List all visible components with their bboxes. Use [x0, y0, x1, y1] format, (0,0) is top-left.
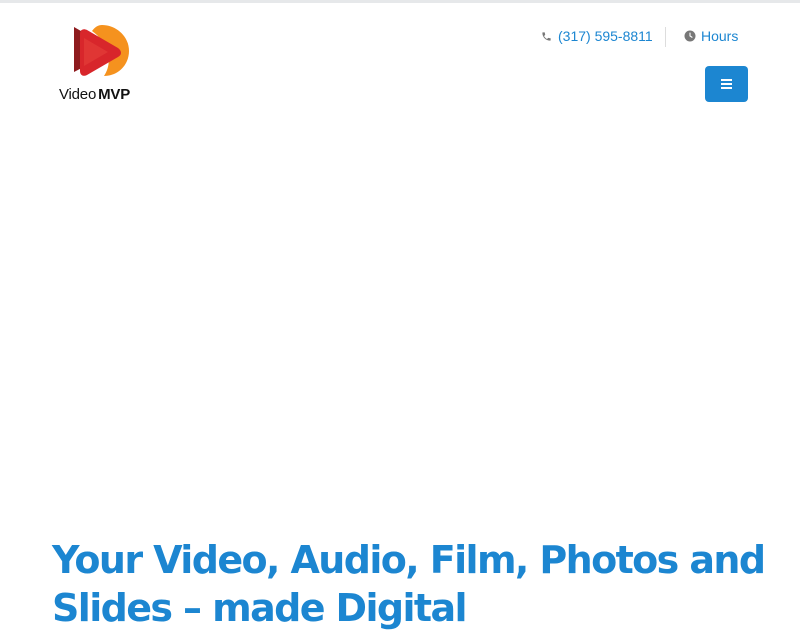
phone-label: (317) 595-8811 — [558, 28, 653, 44]
logo-play-icon — [74, 25, 129, 76]
top-border — [0, 0, 800, 3]
clock-icon — [684, 30, 696, 42]
hours-link[interactable]: Hours — [684, 28, 738, 44]
hero-title: Your Video, Audio, Film, Photos and Slid… — [52, 536, 792, 632]
hero-title-line2: Slides – made Digital — [52, 586, 468, 630]
site-logo[interactable]: Video MVP — [58, 24, 150, 104]
logo-wordmark: Video MVP — [59, 86, 130, 104]
menu-toggle-button[interactable] — [705, 66, 748, 102]
hero-title-line1: Your Video, Audio, Film, Photos and — [52, 538, 766, 582]
hamburger-icon — [721, 79, 732, 89]
header-divider — [665, 27, 666, 47]
logo-wordmark-mvp: MVP — [98, 86, 130, 103]
logo-wordmark-video: Video — [59, 86, 97, 103]
phone-link[interactable]: (317) 595-8811 — [541, 28, 653, 44]
phone-icon — [542, 31, 551, 41]
hours-label: Hours — [701, 28, 739, 44]
